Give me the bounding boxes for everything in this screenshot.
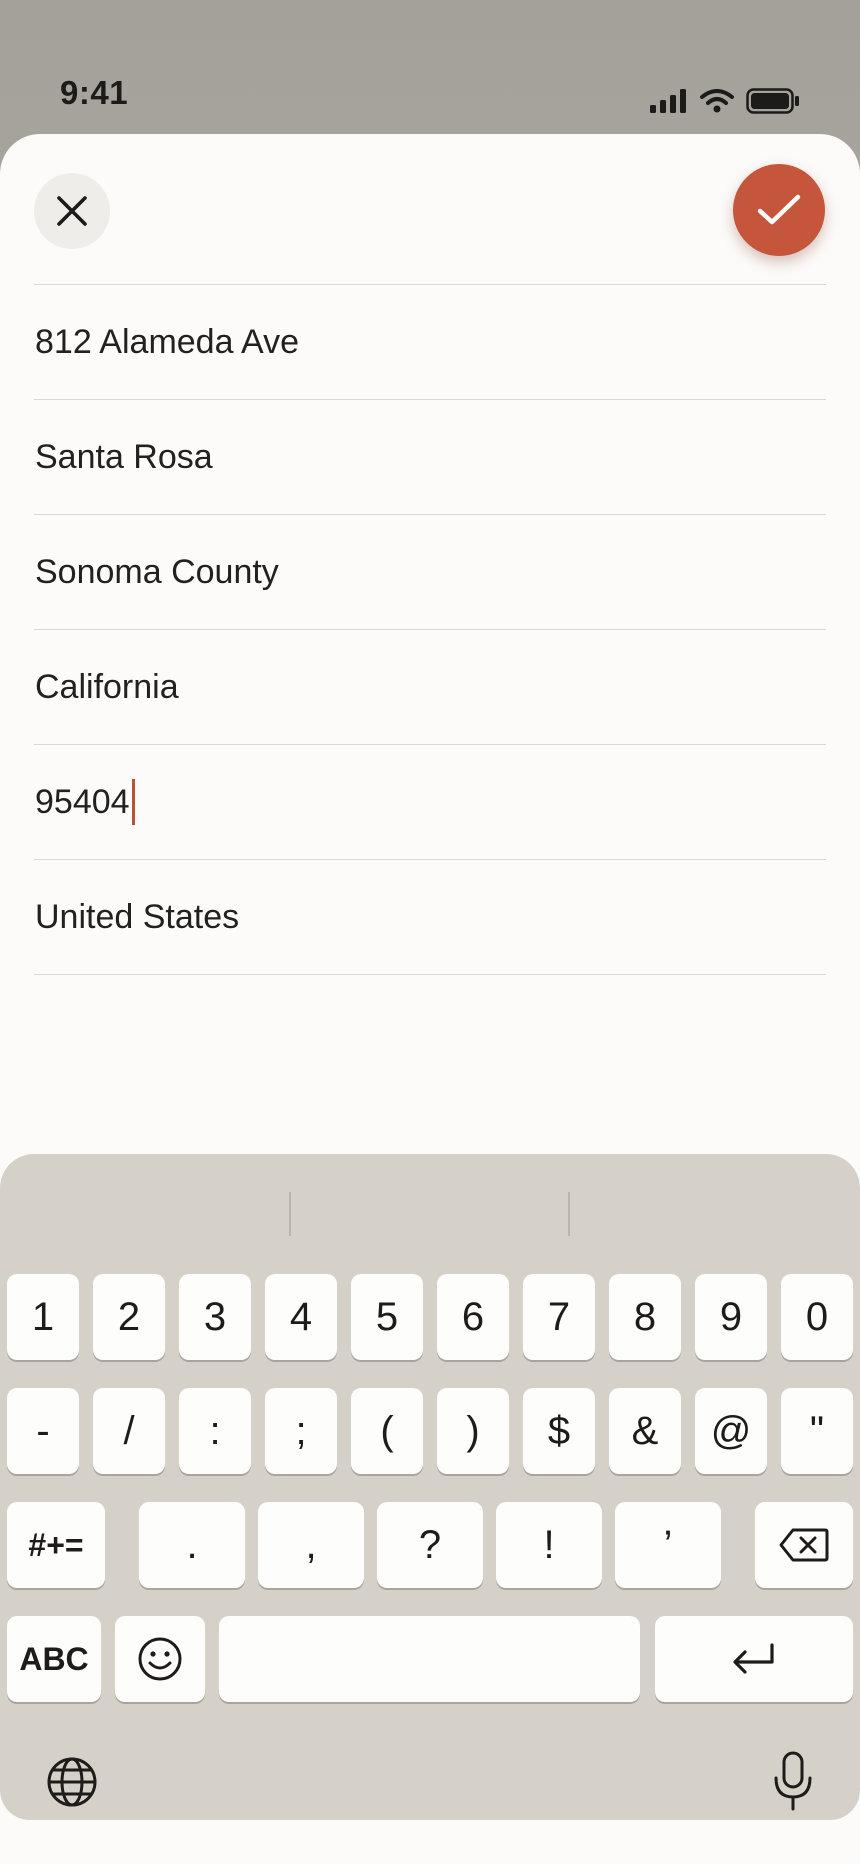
city-field[interactable]: Santa Rosa (34, 399, 826, 514)
suggestion-divider (289, 1192, 291, 1236)
key-comma[interactable]: , (258, 1502, 364, 1588)
key-6[interactable]: 6 (437, 1274, 509, 1360)
key-1[interactable]: 1 (7, 1274, 79, 1360)
key-7[interactable]: 7 (523, 1274, 595, 1360)
zip-field[interactable]: 95404 (34, 744, 826, 859)
suggestion-divider (568, 1192, 570, 1236)
city-value: Santa Rosa (35, 437, 213, 476)
key-0[interactable]: 0 (781, 1274, 853, 1360)
globe-icon (47, 1757, 97, 1807)
street-value: 812 Alameda Ave (35, 322, 300, 361)
key-4[interactable]: 4 (265, 1274, 337, 1360)
status-time: 9:41 (60, 74, 129, 111)
key-semicolon[interactable]: ; (265, 1388, 337, 1474)
address-form: 812 Alameda Ave Santa Rosa Sonoma County… (34, 284, 826, 975)
close-button[interactable] (34, 173, 110, 249)
return-key[interactable] (655, 1616, 853, 1702)
key-slash[interactable]: / (93, 1388, 165, 1474)
globe-button[interactable] (44, 1754, 100, 1810)
key-period[interactable]: . (139, 1502, 245, 1588)
key-apostrophe[interactable]: ’ (615, 1502, 721, 1588)
numeric-keyboard: 1 2 3 4 5 6 7 8 9 0 - / : ; ( ) $ & @ " … (0, 1154, 860, 1820)
country-field[interactable]: United States (34, 859, 826, 975)
wifi-icon (700, 89, 734, 113)
key-close-paren[interactable]: ) (437, 1388, 509, 1474)
confirm-button[interactable] (733, 164, 825, 256)
emoji-icon (138, 1637, 182, 1681)
delete-key[interactable] (755, 1502, 853, 1588)
symbols-toggle-key[interactable]: #+= (7, 1502, 105, 1588)
street-field[interactable]: 812 Alameda Ave (34, 284, 826, 399)
emoji-key[interactable] (115, 1616, 205, 1702)
key-3[interactable]: 3 (179, 1274, 251, 1360)
key-quote[interactable]: " (781, 1388, 853, 1474)
status-icons (650, 88, 800, 114)
zip-value: 95404 (35, 782, 130, 821)
key-question[interactable]: ? (377, 1502, 483, 1588)
return-icon (733, 1643, 774, 1674)
key-at[interactable]: @ (695, 1388, 767, 1474)
space-key[interactable] (219, 1616, 640, 1702)
county-field[interactable]: Sonoma County (34, 514, 826, 629)
key-5[interactable]: 5 (351, 1274, 423, 1360)
key-8[interactable]: 8 (609, 1274, 681, 1360)
key-hyphen[interactable]: - (7, 1388, 79, 1474)
state-value: California (35, 667, 179, 706)
abc-key[interactable]: ABC (7, 1616, 101, 1702)
microphone-icon (774, 1751, 812, 1811)
state-field[interactable]: California (34, 629, 826, 744)
signal-icon (650, 89, 686, 113)
key-9[interactable]: 9 (695, 1274, 767, 1360)
county-value: Sonoma County (35, 552, 279, 591)
key-2[interactable]: 2 (93, 1274, 165, 1360)
battery-icon (746, 88, 799, 114)
country-value: United States (35, 897, 240, 936)
key-colon[interactable]: : (179, 1388, 251, 1474)
key-dollar[interactable]: $ (523, 1388, 595, 1474)
text-caret (131, 779, 135, 825)
key-ampersand[interactable]: & (609, 1388, 681, 1474)
checkmark-icon (757, 194, 801, 225)
backspace-icon (779, 1528, 829, 1562)
key-exclamation[interactable]: ! (496, 1502, 602, 1588)
status-bar: 9:41 (0, 0, 860, 134)
close-icon (57, 196, 87, 226)
dictation-button[interactable] (768, 1748, 818, 1814)
key-open-paren[interactable]: ( (351, 1388, 423, 1474)
